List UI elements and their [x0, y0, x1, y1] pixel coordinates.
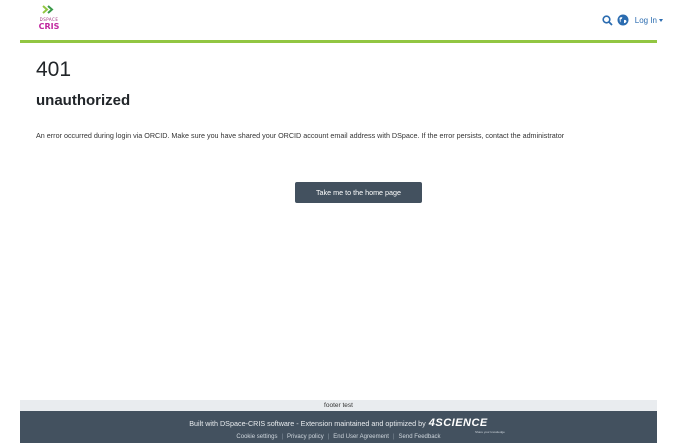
search-icon[interactable] — [602, 14, 613, 26]
footer-built-text: Built with DSpace-CRIS software - Extens… — [189, 418, 426, 428]
cookie-settings-link[interactable]: Cookie settings — [236, 434, 277, 440]
footer-built-with: Built with DSpace-CRIS software - Extens… — [20, 417, 657, 429]
4science-logo[interactable]: 4SCIENCE — [429, 417, 488, 429]
header-divider — [20, 40, 657, 43]
header-actions: Log In — [602, 12, 663, 28]
error-reason: unauthorized — [36, 92, 131, 109]
logo-word: CRIS — [38, 22, 60, 31]
home-page-button[interactable]: Take me to the home page — [295, 182, 422, 203]
footer-separator: | — [281, 434, 284, 440]
end-user-agreement-link[interactable]: End User Agreement — [333, 434, 389, 440]
logo-mark-icon — [42, 5, 54, 14]
login-dropdown[interactable]: Log In — [635, 16, 663, 25]
footer-separator: | — [327, 434, 330, 440]
send-feedback-link[interactable]: Send Feedback — [399, 434, 441, 440]
error-message: An error occurred during login via ORCID… — [36, 131, 565, 140]
dspace-cris-logo[interactable]: DSPACE CRIS — [36, 4, 62, 34]
footer-separator: | — [392, 434, 395, 440]
chevron-down-icon — [659, 18, 663, 22]
globe-icon[interactable] — [617, 14, 629, 26]
footer-top-bar: footer test — [20, 400, 657, 411]
header: DSPACE CRIS Log In — [0, 0, 677, 40]
login-label: Log In — [634, 15, 657, 25]
error-code: 401 — [36, 58, 72, 81]
privacy-policy-link[interactable]: Privacy policy — [287, 434, 324, 440]
footer: Built with DSpace-CRIS software - Extens… — [20, 411, 657, 443]
footer-links: Cookie settings | Privacy policy | End U… — [20, 434, 657, 440]
